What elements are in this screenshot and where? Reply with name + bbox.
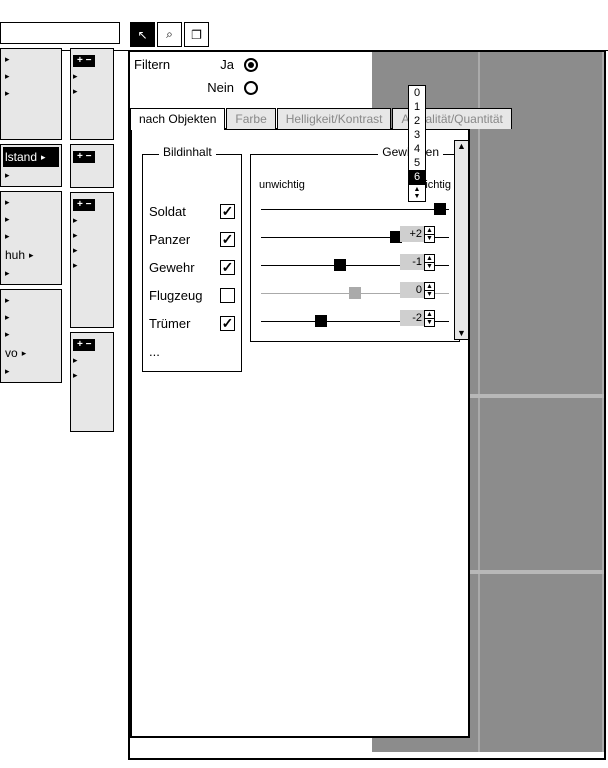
- left-tree: ▸ ▸ ▸ lstand ▸ ▸ ▸ ▸ ▸ huh ▸ ▸ ▸ ▸ ▸ vo …: [0, 48, 62, 383]
- expand-tri-icon[interactable]: ▸: [73, 215, 78, 226]
- expand-collapse-pill[interactable]: + −: [73, 199, 95, 211]
- weight-value: -1: [400, 254, 424, 270]
- windows-icon[interactable]: ❐: [184, 22, 209, 47]
- expand-tri-icon[interactable]: ▸: [73, 245, 78, 256]
- weight-value: +2: [400, 226, 424, 242]
- object-name: Flugzeug: [149, 288, 220, 303]
- tree-item[interactable]: ▸: [3, 68, 59, 85]
- tree-item[interactable]: huh ▸: [3, 245, 59, 265]
- tabs: nach Objekten Farbe Helligkeit/Kontrast …: [130, 108, 513, 129]
- expand-tri-icon[interactable]: ▸: [73, 230, 78, 241]
- weight-stepper[interactable]: ▲▼: [424, 254, 435, 271]
- tree-item-label: huh: [5, 248, 25, 262]
- tab-color[interactable]: Farbe: [226, 108, 275, 129]
- scroll-up-icon[interactable]: ▲: [457, 141, 466, 152]
- tree-item[interactable]: ▸: [3, 309, 59, 326]
- tree-item[interactable]: ▸: [3, 211, 59, 228]
- scale-strip: 0 1 2 3 4 5 6 ▲ ▼: [408, 85, 426, 202]
- bildinhalt-box: Bildinhalt Soldat Panzer Gewehr Flugzeug…: [142, 154, 242, 372]
- tab-brightness[interactable]: Helligkeit/Kontrast: [277, 108, 392, 129]
- scale-left-label: unwichtig: [259, 179, 305, 191]
- scale-value[interactable]: 4: [409, 142, 425, 156]
- scale-value-selected[interactable]: 6: [409, 170, 425, 184]
- more-objects[interactable]: ...: [149, 344, 235, 359]
- tree-item[interactable]: ▸: [3, 363, 59, 380]
- expand-collapse-pill[interactable]: + −: [73, 151, 95, 163]
- tree-item[interactable]: ▸: [3, 326, 59, 343]
- tree-item[interactable]: ▸: [3, 228, 59, 245]
- tree-item[interactable]: ▸: [3, 167, 59, 184]
- panel-scrollbar[interactable]: ▲ ▼: [454, 140, 469, 340]
- tree-item[interactable]: ▸: [3, 194, 59, 211]
- scale-value[interactable]: 1: [409, 100, 425, 114]
- object-checkbox[interactable]: [220, 204, 235, 219]
- filter-no-label: Nein: [204, 80, 234, 95]
- filter-yes-radio[interactable]: [244, 58, 258, 72]
- weight-value: -2: [400, 310, 424, 326]
- tree-item[interactable]: ▸: [3, 265, 59, 282]
- weight-value: 0: [400, 282, 424, 298]
- scale-value[interactable]: 2: [409, 114, 425, 128]
- expand-collapse-pill[interactable]: + −: [73, 339, 95, 351]
- expand-tri-icon[interactable]: ▸: [73, 260, 78, 271]
- expand-collapse-pill[interactable]: + −: [73, 55, 95, 67]
- object-checkbox[interactable]: [220, 316, 235, 331]
- tree-item[interactable]: ▸: [3, 292, 59, 309]
- bildinhalt-label: Bildinhalt: [159, 145, 216, 159]
- address-bar[interactable]: [0, 22, 120, 44]
- expand-tri-icon[interactable]: ▸: [73, 370, 78, 381]
- scale-value[interactable]: 3: [409, 128, 425, 142]
- object-checkbox[interactable]: [220, 232, 235, 247]
- scroll-down-icon[interactable]: ▼: [457, 328, 466, 339]
- pointer-icon[interactable]: ↖: [130, 22, 155, 47]
- weight-stepper[interactable]: ▲▼: [424, 226, 435, 243]
- tree-item[interactable]: vo ▸: [3, 343, 59, 363]
- filter-no-radio[interactable]: [244, 81, 258, 95]
- tree-item[interactable]: ▸: [3, 51, 59, 68]
- scale-value[interactable]: 0: [409, 86, 425, 100]
- tree-item-selected[interactable]: lstand ▸: [3, 147, 59, 167]
- plusminus-column: + − ▸ ▸ + − + − ▸ ▸ ▸ ▸ + − ▸ ▸: [70, 48, 114, 436]
- object-checkbox[interactable]: [220, 260, 235, 275]
- spinner-column: +2▲▼ -1▲▼ 0▲▼ -2▲▼: [400, 192, 435, 332]
- weight-stepper[interactable]: ▲▼: [424, 310, 435, 327]
- scale-value[interactable]: 5: [409, 156, 425, 170]
- tree-item[interactable]: ▸: [3, 85, 59, 102]
- object-name: Trümer: [149, 316, 220, 331]
- object-checkbox[interactable]: [220, 288, 235, 303]
- tab-objects[interactable]: nach Objekten: [130, 108, 225, 129]
- grid-divider: [602, 52, 604, 752]
- expand-tri-icon[interactable]: ▸: [73, 71, 78, 82]
- weight-stepper[interactable]: ▲▼: [424, 282, 435, 299]
- grid-divider: [478, 52, 480, 752]
- tree-item-label: vo: [5, 346, 18, 360]
- filter-yes-label: Ja: [204, 57, 234, 72]
- expand-tri-icon[interactable]: ▸: [73, 355, 78, 366]
- object-name: Gewehr: [149, 260, 220, 275]
- filter-label: Filtern: [134, 57, 194, 72]
- object-name: Panzer: [149, 232, 220, 247]
- toolbar: ↖ ⌕ ❐: [130, 22, 209, 47]
- object-name: Soldat: [149, 204, 220, 219]
- expand-tri-icon[interactable]: ▸: [73, 86, 78, 97]
- tree-item-label: lstand: [5, 150, 37, 164]
- zoom-icon[interactable]: ⌕: [157, 22, 182, 47]
